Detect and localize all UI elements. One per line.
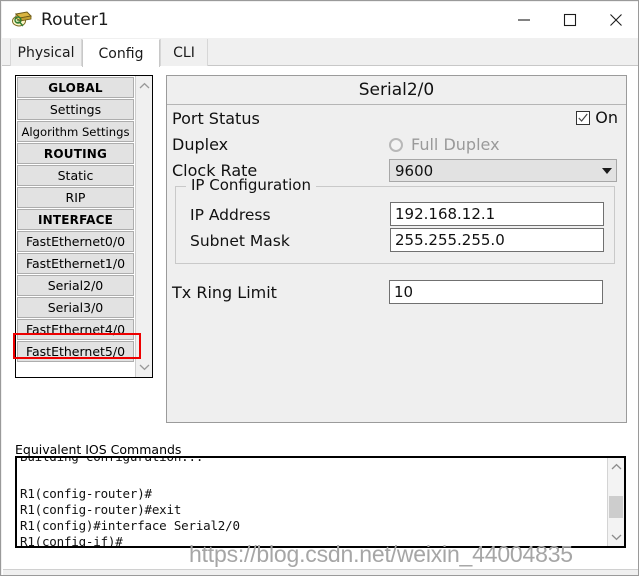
ios-scroll-thumb[interactable]	[609, 496, 623, 518]
router-config-window: $ Router1 Physical Config CLI GLOBAL Set…	[0, 0, 639, 576]
ip-address-input[interactable]: 192.168.12.1	[390, 202, 604, 226]
sidebar-label: FastEthernet4/0	[25, 322, 126, 337]
title-bar: $ Router1	[2, 2, 638, 38]
sidebar-item-serial2-0[interactable]: Serial2/0	[17, 275, 134, 296]
tab-physical[interactable]: Physical	[10, 39, 82, 66]
sidebar-label: INTERFACE	[37, 212, 114, 227]
checkmark-icon	[578, 113, 588, 122]
subnet-mask-input[interactable]: 255.255.255.0	[390, 228, 604, 252]
subnet-mask-label: Subnet Mask	[190, 232, 290, 250]
chevron-up-icon	[611, 463, 621, 470]
dropdown-arrow-icon	[598, 167, 616, 174]
tab-physical-label: Physical	[17, 44, 75, 61]
sidebar-scrollbar[interactable]	[135, 76, 152, 377]
tx-ring-limit-row: Tx Ring Limit 10	[167, 280, 626, 306]
sidebar-item-settings[interactable]: Settings	[17, 99, 134, 120]
ip-configuration-group: IP Configuration IP Address 192.168.12.1…	[175, 176, 615, 264]
duplex-radio-group: Full Duplex	[389, 135, 500, 154]
chevron-up-icon	[139, 82, 149, 89]
full-duplex-label: Full Duplex	[411, 135, 500, 154]
tab-config[interactable]: Config	[82, 39, 160, 67]
sidebar-item-fastethernet0-0[interactable]: FastEthernet0/0	[17, 231, 134, 252]
tx-ring-limit-input[interactable]: 10	[389, 280, 603, 304]
ip-address-row: IP Address 192.168.12.1	[176, 202, 614, 228]
ios-line: R1(config-router)#	[20, 486, 152, 501]
watermark-text: https://blog.csdn.net/weixin_44004835	[189, 541, 573, 567]
ios-console-scrollbar[interactable]	[607, 458, 624, 546]
ios-clipped-line: Building configuration...	[20, 458, 203, 464]
close-button[interactable]	[593, 2, 638, 38]
tab-cli[interactable]: CLI	[160, 39, 208, 66]
ios-line: R1(config-router)#exit	[20, 502, 182, 517]
tab-bar: Physical Config CLI	[2, 38, 638, 67]
minimize-icon	[518, 19, 530, 21]
sidebar-item-serial3-0[interactable]: Serial3/0	[17, 297, 134, 318]
ios-commands-label: Equivalent IOS Commands	[15, 442, 182, 457]
maximize-button[interactable]	[547, 2, 593, 38]
window-bottom-strip	[3, 569, 638, 575]
ios-scroll-up-button[interactable]	[608, 459, 624, 475]
sidebar-label: Serial2/0	[47, 278, 104, 293]
sidebar-label: Static	[57, 168, 94, 183]
sidebar-item-fastethernet5-0[interactable]: FastEthernet5/0	[17, 341, 134, 362]
sidebar-label: Serial3/0	[47, 300, 104, 315]
subnet-mask-row: Subnet Mask 255.255.255.0	[176, 228, 614, 254]
svg-text:$: $	[16, 19, 20, 25]
ios-line: R1(config)#interface Serial2/0	[20, 518, 240, 533]
tab-config-label: Config	[98, 45, 144, 62]
window-title: Router1	[41, 10, 109, 30]
duplex-label: Duplex	[172, 135, 229, 154]
clock-rate-dropdown[interactable]: 9600	[389, 159, 617, 182]
panel-title: Serial2/0	[167, 76, 626, 105]
duplex-row: Duplex Full Duplex	[167, 132, 626, 158]
router-icon: $	[11, 9, 33, 31]
sidebar-label: FastEthernet0/0	[25, 234, 126, 249]
tx-ring-limit-label: Tx Ring Limit	[172, 283, 277, 302]
sidebar-label: ROUTING	[43, 146, 108, 161]
sidebar-label: GLOBAL	[48, 80, 103, 95]
ip-address-label: IP Address	[190, 206, 271, 224]
port-status-state-label: On	[595, 108, 618, 127]
sidebar-label: Algorithm Settings	[21, 124, 130, 139]
chevron-down-icon	[611, 534, 621, 541]
sidebar-label: RIP	[65, 190, 86, 205]
sidebar-scroll-up-button[interactable]	[136, 78, 152, 94]
config-content: GLOBAL Settings Algorithm Settings ROUTI…	[2, 66, 638, 575]
ios-console-lines: R1(config-router)# R1(config-router)#exi…	[20, 486, 240, 546]
port-status-row: Port Status On	[167, 106, 626, 132]
sidebar-label: FastEthernet1/0	[25, 256, 126, 271]
sidebar-item-fastethernet1-0[interactable]: FastEthernet1/0	[17, 253, 134, 274]
sidebar-item-list: GLOBAL Settings Algorithm Settings ROUTI…	[16, 76, 135, 377]
sidebar-header-interface: INTERFACE	[17, 209, 134, 230]
close-icon	[610, 14, 622, 26]
tab-cli-label: CLI	[173, 44, 195, 61]
ios-scroll-down-button[interactable]	[608, 529, 624, 545]
sidebar-item-algorithm-settings[interactable]: Algorithm Settings	[17, 121, 134, 142]
sidebar-item-rip[interactable]: RIP	[17, 187, 134, 208]
sidebar-label: Settings	[49, 102, 102, 117]
sidebar-scroll-down-button[interactable]	[136, 359, 152, 375]
window-controls	[501, 2, 638, 38]
sidebar-header-global: GLOBAL	[17, 77, 134, 98]
sidebar-item-static[interactable]: Static	[17, 165, 134, 186]
config-sidebar: GLOBAL Settings Algorithm Settings ROUTI…	[15, 75, 153, 378]
port-status-label: Port Status	[172, 109, 260, 128]
sidebar-item-fastethernet4-0[interactable]: FastEthernet4/0	[17, 319, 134, 340]
interface-settings-panel: Serial2/0 Port Status On Duplex Full Dup…	[166, 75, 627, 423]
ios-commands-console[interactable]: Building configuration... R1(config-rout…	[15, 456, 626, 548]
port-status-control[interactable]: On	[576, 108, 618, 127]
clock-rate-value: 9600	[395, 161, 434, 180]
port-status-checkbox[interactable]	[576, 110, 591, 125]
sidebar-label: FastEthernet5/0	[25, 344, 126, 359]
minimize-button[interactable]	[501, 2, 547, 38]
sidebar-header-routing: ROUTING	[17, 143, 134, 164]
full-duplex-radio	[389, 137, 403, 152]
ios-console-text-area[interactable]: Building configuration... R1(config-rout…	[17, 458, 607, 546]
ip-configuration-legend: IP Configuration	[186, 176, 316, 194]
chevron-down-icon	[139, 364, 149, 371]
maximize-icon	[563, 13, 577, 27]
